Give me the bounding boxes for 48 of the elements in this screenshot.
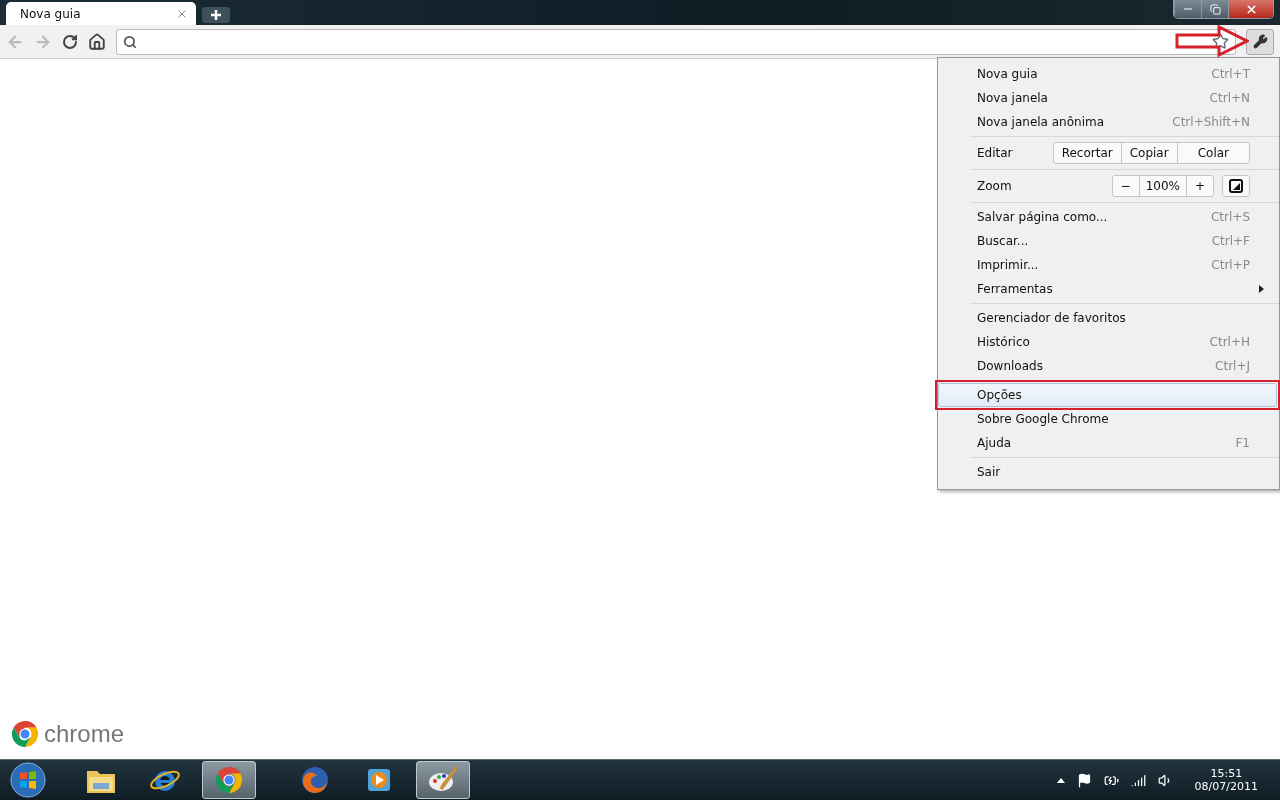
clock[interactable]: 15:51 08/07/2011 [1194,767,1258,793]
menu-item[interactable]: Imprimir... Ctrl+P [938,253,1277,277]
submenu-arrow-icon [1259,285,1264,293]
browser-tab[interactable]: Nova guia [6,2,196,25]
menu-item[interactable]: Downloads Ctrl+J [938,354,1277,378]
edit-button[interactable]: Recortar [1053,143,1121,163]
plus-icon [211,10,221,20]
menu-item[interactable]: Buscar... Ctrl+F [938,229,1277,253]
minimize-button[interactable] [1174,0,1201,18]
zoom-in-button[interactable]: + [1186,176,1213,196]
menu-item[interactable]: Histórico Ctrl+H [938,330,1277,354]
menu-item[interactable]: Opções [938,383,1277,407]
close-button[interactable] [1228,0,1273,18]
wrench-button[interactable] [1246,28,1274,55]
menu-item[interactable]: Ajuda F1 [938,431,1277,455]
logo-text: chrome [44,720,125,748]
menu-item[interactable]: Nova janela Ctrl+N [938,86,1277,110]
restore-icon [1209,3,1221,15]
menu-item[interactable]: Gerenciador de favoritos [938,306,1277,330]
menu-item[interactable]: Sobre Google Chrome [938,407,1277,431]
edit-button[interactable]: Copiar [1120,143,1177,163]
home-icon[interactable] [88,32,106,51]
menu-item[interactable]: Ferramentas [938,277,1277,301]
zoom-out-button[interactable]: − [1112,176,1139,196]
chrome-icon [214,765,244,795]
chrome-logo-icon [10,719,40,749]
edit-button[interactable]: Colar [1176,143,1249,163]
fullscreen-icon [1229,179,1243,193]
wrench-icon [1252,34,1268,49]
zoom-value: 100% [1138,176,1187,196]
menu-item[interactable]: Nova janela anônima Ctrl+Shift+N [938,110,1277,134]
menu-item[interactable]: Nova guia Ctrl+T [938,62,1277,86]
fullscreen-button[interactable] [1222,175,1250,197]
menu-item[interactable]: Salvar página como... Ctrl+S [938,205,1277,229]
new-tab-button[interactable] [202,7,230,23]
menu-label: Editar [977,146,1013,160]
menu-label: Zoom [977,179,1012,193]
tray-expand-icon[interactable] [1056,777,1065,783]
close-icon [1244,2,1258,16]
search-icon [123,34,137,49]
restore-button[interactable] [1201,0,1228,18]
fox-globe-icon [299,764,331,796]
reload-icon[interactable] [62,33,78,50]
menu-item[interactable]: Sair [938,460,1277,484]
flag-icon[interactable] [1076,772,1092,788]
start-button[interactable] [8,761,48,799]
star-icon[interactable] [1212,33,1229,50]
signal-icon[interactable] [1130,772,1146,788]
